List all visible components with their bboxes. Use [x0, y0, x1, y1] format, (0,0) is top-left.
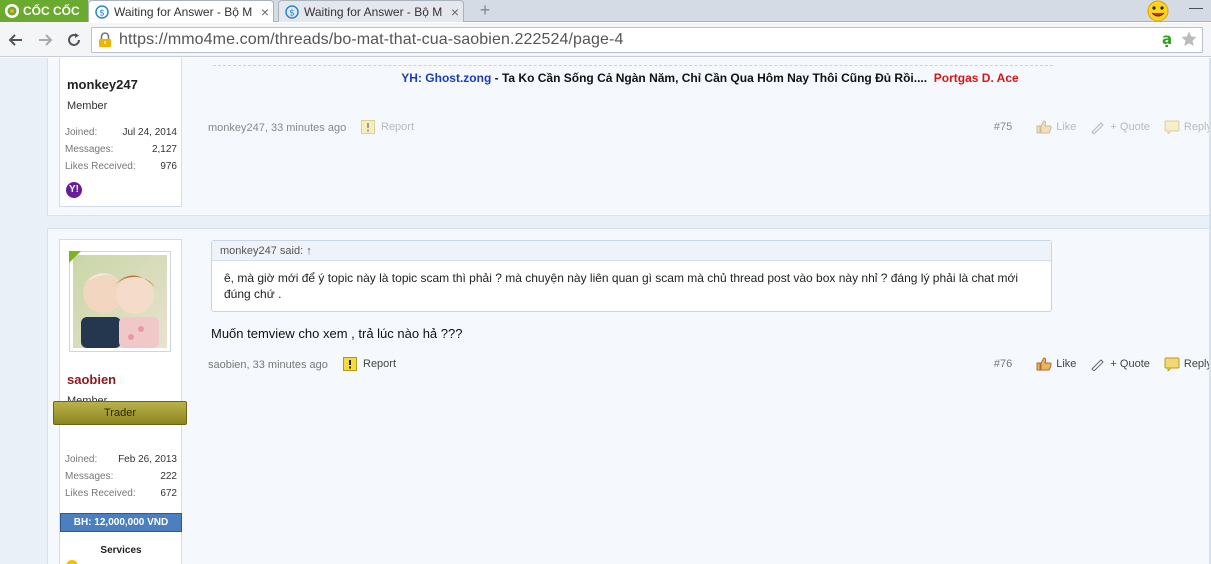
post-meta: saobien, 33 minutes ago Report #76 Like …	[208, 357, 1211, 375]
site-favicon-icon: $	[285, 4, 299, 19]
quote-button[interactable]: + Quote	[1090, 357, 1150, 371]
services-heading: Services	[100, 545, 142, 556]
coccoc-logo-icon	[5, 4, 19, 18]
tab-2-close-icon[interactable]: ×	[447, 4, 463, 20]
online-indicator	[69, 251, 81, 263]
report-link[interactable]: Report	[343, 357, 396, 371]
tab-2-title: Waiting for Answer - Bộ M	[304, 4, 442, 19]
post-author-time[interactable]: saobien, 33 minutes ago	[208, 359, 328, 371]
quote-header[interactable]: monkey247 said: ↑	[212, 241, 1051, 261]
back-button[interactable]	[3, 27, 29, 53]
post-75: monkey247 Member Joined: Jul 24, 2014 Mes…	[47, 58, 1211, 216]
quote-block: monkey247 said: ↑ ê, mà giờ mới để ý top…	[211, 240, 1052, 312]
post-actions: #76 Like + Quote Reply	[994, 357, 1211, 371]
quote-icon	[1091, 122, 1105, 134]
thumbs-up-icon	[1036, 357, 1052, 371]
post-number[interactable]: #76	[994, 358, 1012, 370]
smile-icon	[66, 560, 78, 564]
trader-badge: Trader	[53, 401, 187, 425]
svg-text:ạ: ạ	[1162, 30, 1172, 48]
signature-yh: YH: Ghost.zong	[401, 71, 492, 85]
stat-likes: Likes Received: 672	[65, 488, 177, 499]
tab-2[interactable]: $ Waiting for Answer - Bộ M ×	[278, 0, 464, 22]
stat-joined: Joined: Jul 24, 2014	[65, 127, 177, 138]
username[interactable]: monkey247	[67, 77, 138, 92]
stat-likes: Likes Received: 976	[65, 161, 177, 172]
site-favicon-icon: $	[95, 4, 109, 19]
quote-button[interactable]: + Quote	[1090, 120, 1150, 134]
signature-separator	[213, 65, 1053, 66]
browser-toolbar: https://mmo4me.com/threads/bo-mat-that-c…	[0, 23, 1211, 57]
new-tab-button[interactable]: +	[476, 0, 494, 22]
user-title: Member	[67, 100, 108, 112]
post-actions: #75 Like + Quote Reply	[994, 120, 1211, 134]
address-bar[interactable]: https://mmo4me.com/threads/bo-mat-that-c…	[91, 27, 1203, 53]
minimize-button[interactable]: —	[1184, 0, 1208, 16]
signature-quote: - Ta Ko Cần Sống Cả Ngàn Năm, Chỉ Cần Qu…	[491, 71, 928, 85]
page-viewport: monkey247 Member Joined: Jul 24, 2014 Mes…	[0, 58, 1211, 564]
report-icon	[343, 357, 357, 371]
bookmark-star-icon[interactable]	[1180, 30, 1198, 48]
reload-button[interactable]	[61, 27, 87, 53]
arrow-right-icon	[39, 34, 53, 46]
emoji-face-icon[interactable]	[1144, 0, 1172, 22]
user-stats: Joined: Feb 26, 2013 Messages: 222 Likes R…	[65, 451, 177, 502]
post-number[interactable]: #75	[994, 121, 1012, 133]
message-area: YH: Ghost.zong - Ta Ko Cần Sống Cả Ngàn …	[208, 58, 1211, 217]
like-button[interactable]: Like	[1036, 120, 1076, 134]
message-area: monkey247 said: ↑ ê, mà giờ mới để ý top…	[208, 229, 1211, 564]
username[interactable]: saobien	[67, 372, 116, 387]
tab-1-title: Waiting for Answer - Bộ M	[114, 4, 252, 19]
user-stats: Joined: Jul 24, 2014 Messages: 2,127 Likes…	[65, 124, 177, 175]
signature: YH: Ghost.zong - Ta Ko Cần Sống Cả Ngàn …	[208, 71, 1211, 85]
warning-lock-icon	[99, 32, 111, 47]
tab-1[interactable]: $ Waiting for Answer - Bộ M ×	[88, 0, 274, 22]
report-icon	[361, 120, 375, 134]
svg-text:$: $	[289, 8, 295, 18]
coccoc-brand[interactable]: CỐC CỐC	[0, 0, 88, 22]
post-76: saobien Member Joined:Feb 26, 2013 Messa…	[47, 228, 1211, 564]
tab-strip: CỐC CỐC $ Waiting for Answer - Bộ M × $ …	[0, 0, 1211, 22]
url-text: https://mmo4me.com/threads/bo-mat-that-c…	[119, 31, 624, 48]
bh-badge: BH: 12,000,000 VND	[60, 513, 182, 532]
thumbs-up-icon	[1036, 120, 1052, 134]
svg-text:$: $	[99, 8, 105, 18]
reload-icon	[68, 33, 80, 46]
tab-1-close-icon[interactable]: ×	[257, 4, 273, 20]
reply-icon	[1164, 120, 1180, 134]
quote-body: ê, mà giờ mới để ý topic này là topic sc…	[224, 271, 1019, 301]
post-author-time[interactable]: monkey247, 33 minutes ago	[208, 122, 346, 134]
user-info-box: monkey247 Member Joined: Jul 24, 2014 Mes…	[59, 58, 182, 207]
arrow-left-icon	[8, 34, 22, 46]
report-link[interactable]: Report	[361, 120, 414, 134]
reply-button[interactable]: Reply	[1164, 357, 1211, 371]
post-meta: monkey247, 33 minutes ago Report #75 Lik…	[208, 120, 1211, 138]
message-text: Muốn temview cho xem , trả lúc nào hả ??…	[211, 326, 463, 341]
stat-joined: Joined: Feb 26, 2013	[65, 454, 177, 465]
quote-icon	[1091, 359, 1105, 371]
yahoo-messenger-icon[interactable]: Y!	[66, 182, 82, 198]
like-button[interactable]: Like	[1036, 357, 1076, 371]
vietnamese-input-icon[interactable]: ạ	[1160, 30, 1174, 48]
forward-button[interactable]	[32, 27, 58, 53]
signature-portgas: Portgas D. Ace	[933, 71, 1019, 85]
reply-button[interactable]: Reply	[1164, 120, 1211, 134]
avatar-photo	[73, 255, 167, 348]
stat-messages: Messages: 2,127	[65, 144, 177, 155]
avatar[interactable]	[69, 251, 171, 352]
reply-icon	[1164, 357, 1180, 371]
stat-messages: Messages: 222	[65, 471, 177, 482]
brand-label: CỐC CỐC	[23, 4, 80, 18]
